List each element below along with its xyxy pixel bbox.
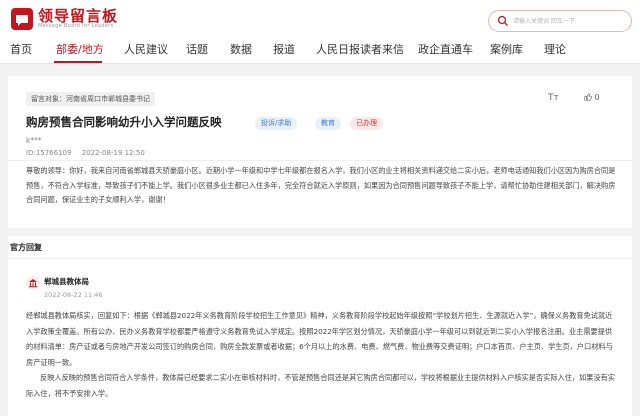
reply-heading: 官方回复: [10, 243, 42, 252]
reply-card: 官方回复 郸城县教体局 2022-08-22 11:46 经郸城县教体局核实，回…: [8, 236, 632, 416]
message-title: 购房预售合同影响幼升小入学问题反映: [26, 115, 222, 129]
message-author: k***: [26, 136, 42, 145]
message-card: 留言对象：河南省周口市郸城县委书记 Tт 0 购房预售合同影响幼升小入学问题反映…: [8, 76, 632, 228]
nav-suggestions[interactable]: 人民建议: [124, 41, 168, 57]
nav-home[interactable]: 首页: [10, 41, 32, 57]
like-count: 0: [594, 93, 600, 102]
message-target[interactable]: 留言对象：河南省周口市郸城县委书记: [26, 92, 155, 106]
top-bar: 领导留言板 Message Board for Leaders: [0, 0, 640, 36]
government-building-icon: [26, 276, 40, 290]
message-meta: ID:15766109 2022-08-19 12:50: [26, 149, 153, 157]
category-badge: 投诉/求助: [255, 117, 298, 130]
nav-data[interactable]: 数据: [230, 41, 252, 57]
status-badge: 已办理: [350, 117, 383, 130]
main-nav: 首页 部委/地方 人民建议 话题 数据 报道 人民日报读者来信 政企直通车 案例…: [0, 36, 640, 64]
nav-enterprise[interactable]: 政企直通车: [418, 41, 473, 57]
message-body: 尊敬的领导：你好，我来自河南省郸城县天骄豪庭小区。近期小学一年级和中学七年级都在…: [26, 166, 616, 204]
reply-paragraph: 反映人反映的预售合同符合入学条件，教体局已经要求二实小在审核材料时，不管是预售合…: [26, 373, 616, 398]
reply-body: 经郸城县教体局核实，回复如下：根据《郸城县2022年义务教育阶段学校招生工作意见…: [26, 308, 618, 401]
message-id: ID:15766109: [26, 149, 72, 157]
reply-time: 2022-08-22 11:46: [44, 291, 103, 299]
divider: [8, 160, 632, 161]
like-button[interactable]: 0: [584, 93, 600, 102]
nav-ministries-local[interactable]: 部委/地方: [56, 41, 104, 57]
logo-icon[interactable]: [10, 7, 34, 31]
nav-reader-letters[interactable]: 人民日报读者来信: [316, 41, 404, 57]
nav-theory[interactable]: 理论: [544, 41, 566, 57]
logo-subtitle: Message Board for Leaders: [38, 23, 114, 29]
nav-reports[interactable]: 报道: [273, 41, 295, 57]
nav-topics[interactable]: 话题: [186, 41, 208, 57]
font-size-icon[interactable]: Tт: [548, 93, 559, 103]
nav-active-indicator: [54, 61, 102, 63]
search-icon[interactable]: [497, 15, 509, 27]
message-time: 2022-08-19 12:50: [81, 149, 145, 157]
reply-organization: 郸城县教体局: [44, 277, 89, 286]
reply-paragraph: 经郸城县教体局核实，回复如下：根据《郸城县2022年义务教育阶段学校招生工作意见…: [26, 311, 613, 367]
field-badge: 教育: [315, 117, 341, 130]
search-input[interactable]: [513, 14, 625, 28]
thumbs-up-icon: [584, 93, 592, 101]
search-box[interactable]: [488, 10, 632, 32]
divider: [8, 258, 632, 259]
nav-case-library[interactable]: 案例库: [490, 41, 523, 57]
